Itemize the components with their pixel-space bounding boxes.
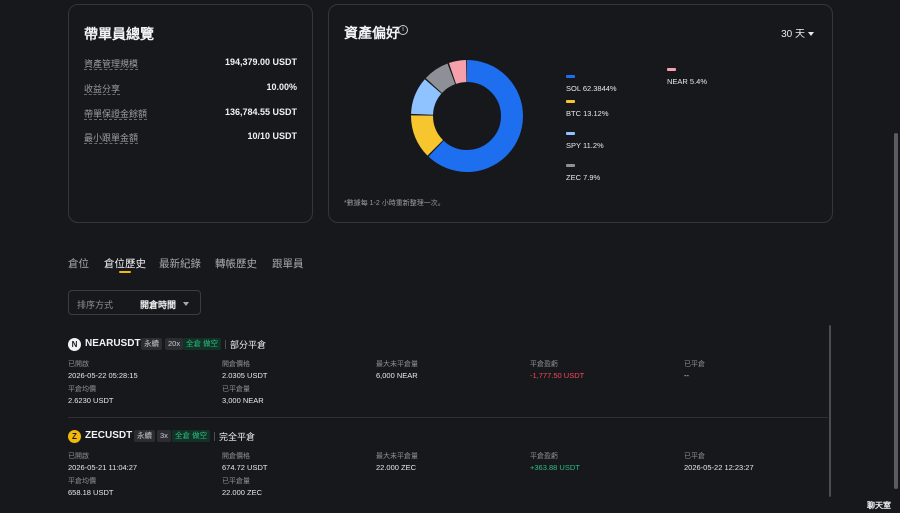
- page-scrollbar-thumb[interactable]: [894, 133, 898, 489]
- closed-pnl-label: 平倉盈虧: [530, 453, 558, 460]
- active-tab-indicator: [119, 271, 131, 273]
- leader-overview-card: 帶單員總覽 資產管理規模 194,379.00 USDT 收益分享 10.00%…: [68, 4, 313, 223]
- opened-label: 已開啟: [68, 361, 89, 368]
- legend-swatch: [566, 132, 575, 135]
- legend-swatch: [566, 164, 575, 167]
- refresh-note: *數據每 1-2 小時重新整理一次。: [344, 200, 445, 207]
- profit-share-value: 10.00%: [266, 82, 297, 92]
- max-open-interest-label: 最大未平倉量: [376, 361, 418, 368]
- closed-time-value: --: [684, 371, 689, 380]
- closed-pnl-value: +363.88 USDT: [530, 463, 580, 472]
- avg-close-price-label: 平倉均價: [68, 478, 96, 485]
- max-open-interest-value: 6,000 NEAR: [376, 371, 418, 380]
- chat-room-button[interactable]: 聊天室: [867, 500, 891, 511]
- legend-item-zec: ZEC 7.9%: [566, 164, 600, 182]
- caret-down-icon: [808, 32, 814, 37]
- asset-preference-card: 資產偏好 i 30 天 SOL 62.3844% BTC 13.12% SPY 11…: [328, 4, 833, 223]
- period-select[interactable]: 30 天: [781, 25, 814, 40]
- close-status: 部分平倉: [230, 340, 267, 350]
- tab-latest-records[interactable]: 最新紀錄: [159, 256, 201, 271]
- legend-swatch: [667, 68, 676, 71]
- opened-value: 2026-05-22 05:28:15: [68, 371, 138, 380]
- aum-label[interactable]: 資產管理規模: [84, 57, 138, 70]
- opened-label: 已開啟: [68, 453, 89, 460]
- list-scrollbar[interactable]: [829, 325, 831, 497]
- overview-row-profit-share: 收益分享 10.00%: [84, 82, 297, 98]
- closed-time-value: 2026-05-22 12:23:27: [684, 463, 754, 472]
- legend-item-btc: BTC 13.12%: [566, 100, 609, 118]
- row-divider: [68, 417, 828, 418]
- caret-down-icon: [183, 302, 189, 306]
- position-symbol[interactable]: ZECUSDT: [85, 430, 132, 441]
- header-separator: [225, 340, 226, 349]
- legend-label: SPY 11.2%: [566, 141, 604, 150]
- tab-position-history[interactable]: 倉位歷史: [104, 256, 146, 271]
- margin-direction-tag: 全倉 做空: [172, 430, 211, 442]
- leverage-tag: 20x: [165, 338, 184, 350]
- closed-time-label: 已平倉: [684, 361, 705, 368]
- legend-item-spy: SPY 11.2%: [566, 132, 604, 150]
- margin-balance-value: 136,784.55 USDT: [224, 107, 297, 117]
- min-copy-value: 10/10 USDT: [247, 131, 297, 141]
- sort-value: 開倉時間: [140, 300, 177, 310]
- legend-label: ZEC 7.9%: [566, 173, 601, 182]
- min-copy-label[interactable]: 最小跟單金額: [84, 131, 138, 144]
- entry-price-label: 開倉價格: [222, 453, 250, 460]
- zec-coin-icon: Z: [68, 430, 81, 443]
- overview-row-min-copy: 最小跟單金額 10/10 USDT: [84, 131, 297, 147]
- near-coin-icon: N: [68, 338, 81, 351]
- position-card[interactable]: N NEARUSDT 永續 20x 全倉 做空 部分平倉 已開啟 2026-05…: [68, 338, 828, 428]
- closed-qty-label: 已平倉量: [222, 386, 250, 393]
- sort-dropdown[interactable]: 排序方式 開倉時間: [68, 290, 201, 315]
- closed-qty-label: 已平倉量: [222, 478, 250, 485]
- legend-label: NEAR 5.4%: [667, 77, 708, 86]
- closed-qty-value: 22.000 ZEC: [222, 488, 263, 497]
- closed-pnl-label: 平倉盈虧: [530, 361, 558, 368]
- tab-positions[interactable]: 倉位: [68, 256, 89, 271]
- position-symbol[interactable]: NEARUSDT: [85, 338, 141, 349]
- period-value: 30 天: [781, 29, 805, 40]
- margin-direction-tag: 全倉 做空: [183, 338, 222, 350]
- entry-price-label: 開倉價格: [222, 361, 250, 368]
- entry-price-value: 2.0305 USDT: [222, 371, 268, 380]
- overview-title: 帶單員總覽: [84, 26, 154, 42]
- overview-row-margin-balance: 帶單保證金餘額 136,784.55 USDT: [84, 107, 297, 123]
- contract-type-tag: 永續: [134, 430, 155, 442]
- tab-transfer-history[interactable]: 轉帳歷史: [215, 256, 257, 271]
- max-open-interest-value: 22.000 ZEC: [376, 463, 417, 472]
- avg-close-price-label: 平倉均價: [68, 386, 96, 393]
- avg-close-price-value: 2.6230 USDT: [68, 396, 114, 405]
- aum-value: 194,379.00 USDT: [224, 57, 297, 67]
- closed-qty-value: 3,000 NEAR: [222, 396, 264, 405]
- avg-close-price-value: 658.18 USDT: [68, 488, 114, 497]
- closed-time-label: 已平倉: [684, 453, 705, 460]
- contract-type-tag: 永續: [141, 338, 162, 350]
- legend-label: BTC 13.12%: [566, 109, 609, 118]
- leverage-tag: 3x: [157, 430, 171, 442]
- header-separator: [214, 432, 215, 441]
- legend-item-near: NEAR 5.4%: [667, 68, 707, 86]
- info-icon[interactable]: i: [398, 25, 408, 35]
- closed-pnl-value: -1,777.50 USDT: [530, 371, 585, 380]
- margin-balance-label[interactable]: 帶單保證金餘額: [84, 107, 147, 120]
- legend-item-sol: SOL 62.3844%: [566, 75, 617, 93]
- legend-swatch: [566, 75, 575, 78]
- position-card[interactable]: Z ZECUSDT 永續 3x 全倉 做空 完全平倉 已開啟 2026-05-2…: [68, 430, 828, 513]
- asset-preference-title: 資產偏好: [344, 25, 400, 41]
- entry-price-value: 674.72 USDT: [222, 463, 268, 472]
- opened-value: 2026-05-21 11:04:27: [68, 463, 138, 472]
- tab-copy-traders[interactable]: 跟單員: [272, 256, 304, 271]
- close-status: 完全平倉: [219, 432, 256, 442]
- legend-label: SOL 62.3844%: [566, 84, 617, 93]
- legend-swatch: [566, 100, 575, 103]
- sort-label: 排序方式: [77, 300, 114, 310]
- asset-donut-chart: [411, 60, 523, 172]
- max-open-interest-label: 最大未平倉量: [376, 453, 418, 460]
- overview-row-aum: 資產管理規模 194,379.00 USDT: [84, 57, 297, 73]
- profit-share-label[interactable]: 收益分享: [84, 82, 120, 95]
